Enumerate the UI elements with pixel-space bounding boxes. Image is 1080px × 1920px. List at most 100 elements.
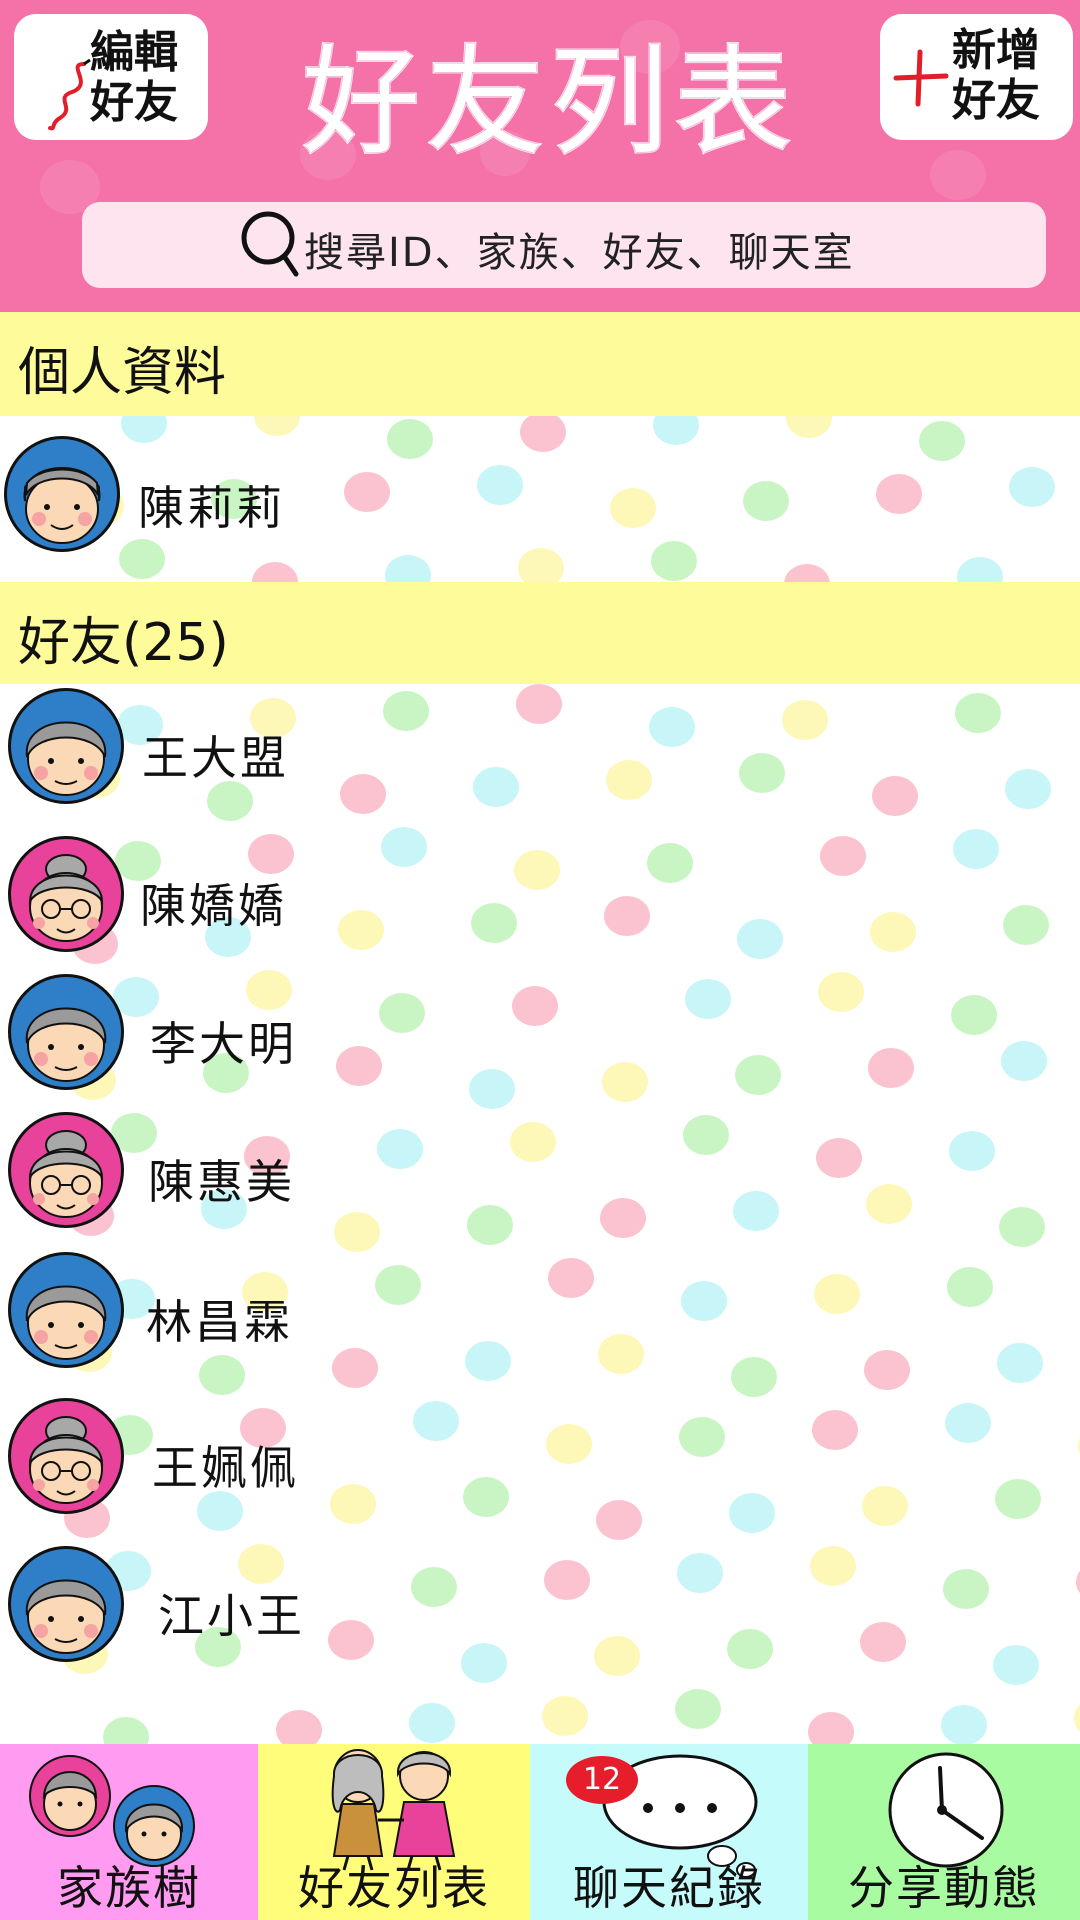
section-header-profile: 個人資料 bbox=[0, 312, 1080, 416]
background-dot bbox=[947, 1267, 993, 1307]
edit-friends-button[interactable]: 編輯 好友 bbox=[14, 14, 208, 140]
avatar-icon bbox=[8, 688, 124, 804]
background-dot bbox=[816, 1138, 862, 1178]
avatar-icon bbox=[8, 1252, 124, 1368]
background-dot bbox=[409, 1703, 455, 1743]
tab-friend-list[interactable]: 好友列表 bbox=[258, 1744, 530, 1920]
friend-name: 王大盟 bbox=[142, 731, 289, 785]
edit-friends-label: 編輯 好友 bbox=[90, 28, 178, 128]
edit-label-line1: 編輯 bbox=[90, 27, 178, 78]
friend-row[interactable]: 王姵佩 bbox=[0, 1398, 700, 1518]
add-friend-label: 新增 好友 bbox=[952, 26, 1040, 126]
avatar-icon bbox=[4, 436, 120, 552]
search-icon bbox=[241, 211, 299, 277]
friend-list-area[interactable]: 個人資料 陳莉莉 好友(25) 王大盟陳嬌嬌李大明陳惠美林昌霖王姵佩江小王 bbox=[0, 312, 1080, 1744]
search-input[interactable]: 搜尋ID、家族、好友、聊天室 bbox=[82, 202, 1046, 288]
background-dot bbox=[866, 1184, 912, 1224]
background-dot bbox=[810, 1546, 856, 1586]
background-dot bbox=[953, 829, 999, 869]
edit-label-line2: 好友 bbox=[90, 77, 178, 128]
avatar-icon bbox=[8, 1112, 124, 1228]
tab-label: 家族樹 bbox=[57, 1861, 201, 1915]
background-dot bbox=[943, 1569, 989, 1609]
background-dot bbox=[1001, 1041, 1047, 1081]
friend-name: 江小王 bbox=[158, 1589, 305, 1643]
background-dot bbox=[860, 1622, 906, 1662]
section-label: 好友(25) bbox=[18, 613, 229, 673]
app-header: 編輯 好友 好友列表 新增 好友 搜尋ID、家族、好友、聊天室 bbox=[0, 0, 1080, 312]
background-dot bbox=[864, 1350, 910, 1390]
background-dot bbox=[727, 1629, 773, 1669]
background-dot bbox=[876, 474, 922, 514]
add-label-line1: 新增 bbox=[952, 25, 1040, 76]
add-label-line2: 好友 bbox=[952, 75, 1040, 126]
background-dot bbox=[739, 753, 785, 793]
background-dot bbox=[737, 919, 783, 959]
background-dot bbox=[862, 1486, 908, 1526]
friend-name: 李大明 bbox=[150, 1017, 297, 1071]
add-friend-button[interactable]: 新增 好友 bbox=[880, 14, 1073, 140]
background-dot bbox=[1074, 1698, 1080, 1738]
background-dot bbox=[735, 1055, 781, 1095]
background-dot bbox=[675, 1689, 721, 1729]
tab-label: 分享動態 bbox=[848, 1861, 1040, 1915]
background-dot bbox=[820, 836, 866, 876]
section-label: 個人資料 bbox=[18, 343, 227, 403]
unread-count-badge: 12 bbox=[566, 1756, 638, 1804]
friend-row[interactable]: 林昌霖 bbox=[0, 1252, 700, 1372]
background-dot bbox=[1009, 467, 1055, 507]
friend-name: 陳嬌嬌 bbox=[140, 879, 287, 933]
profile-row[interactable]: 陳莉莉 bbox=[0, 436, 700, 556]
background-dot bbox=[808, 1712, 854, 1744]
background-dot bbox=[945, 1403, 991, 1443]
background-dot bbox=[997, 1343, 1043, 1383]
background-dot bbox=[868, 1048, 914, 1088]
search-placeholder: 搜尋ID、家族、好友、聊天室 bbox=[304, 230, 855, 276]
background-dot bbox=[993, 1645, 1039, 1685]
background-dot bbox=[949, 1131, 995, 1171]
background-dot bbox=[941, 1705, 987, 1744]
background-dot bbox=[542, 1696, 588, 1736]
background-dot bbox=[103, 1717, 149, 1744]
background-dot bbox=[818, 972, 864, 1012]
tab-label: 聊天紀錄 bbox=[573, 1861, 765, 1915]
friend-name: 王姵佩 bbox=[152, 1441, 299, 1495]
background-dot bbox=[729, 1493, 775, 1533]
pencil-scribble-icon bbox=[48, 58, 91, 131]
avatar-icon bbox=[8, 974, 124, 1090]
friend-row[interactable]: 王大盟 bbox=[0, 688, 700, 808]
avatar-icon bbox=[8, 1546, 124, 1662]
background-dot bbox=[743, 481, 789, 521]
background-dot bbox=[812, 1410, 858, 1450]
background-dot bbox=[995, 1479, 1041, 1519]
friend-row[interactable]: 陳嬌嬌 bbox=[0, 836, 700, 956]
friend-name: 陳惠美 bbox=[148, 1155, 295, 1209]
friend-name: 林昌霖 bbox=[146, 1295, 293, 1349]
background-dot bbox=[782, 700, 828, 740]
tab-share-updates[interactable]: 分享動態 bbox=[808, 1744, 1080, 1920]
background-dot bbox=[731, 1357, 777, 1397]
section-header-friends: 好友(25) bbox=[0, 582, 1080, 684]
background-dot bbox=[872, 776, 918, 816]
friend-row[interactable]: 江小王 bbox=[0, 1546, 700, 1666]
background-dot bbox=[276, 1710, 322, 1744]
avatar-icon bbox=[8, 1398, 124, 1514]
background-dot bbox=[919, 421, 965, 461]
friend-row[interactable]: 李大明 bbox=[0, 974, 700, 1094]
background-dot bbox=[814, 1274, 860, 1314]
background-dot bbox=[870, 912, 916, 952]
background-dot bbox=[999, 1207, 1045, 1247]
tab-label: 好友列表 bbox=[298, 1861, 490, 1915]
background-dot bbox=[1003, 905, 1049, 945]
background-dot bbox=[1076, 1562, 1080, 1602]
background-dot bbox=[1005, 769, 1051, 809]
page-title: 好友列表 bbox=[300, 32, 798, 173]
bottom-nav: 家族樹 好友列表 聊天紀錄 12 分享動態 bbox=[0, 1744, 1080, 1920]
profile-name: 陳莉莉 bbox=[138, 481, 285, 535]
background-dot bbox=[951, 995, 997, 1035]
background-dot bbox=[733, 1191, 779, 1231]
avatar-icon bbox=[8, 836, 124, 952]
background-dot bbox=[955, 693, 1001, 733]
tab-family-tree[interactable]: 家族樹 bbox=[0, 1744, 258, 1920]
friend-row[interactable]: 陳惠美 bbox=[0, 1112, 700, 1232]
